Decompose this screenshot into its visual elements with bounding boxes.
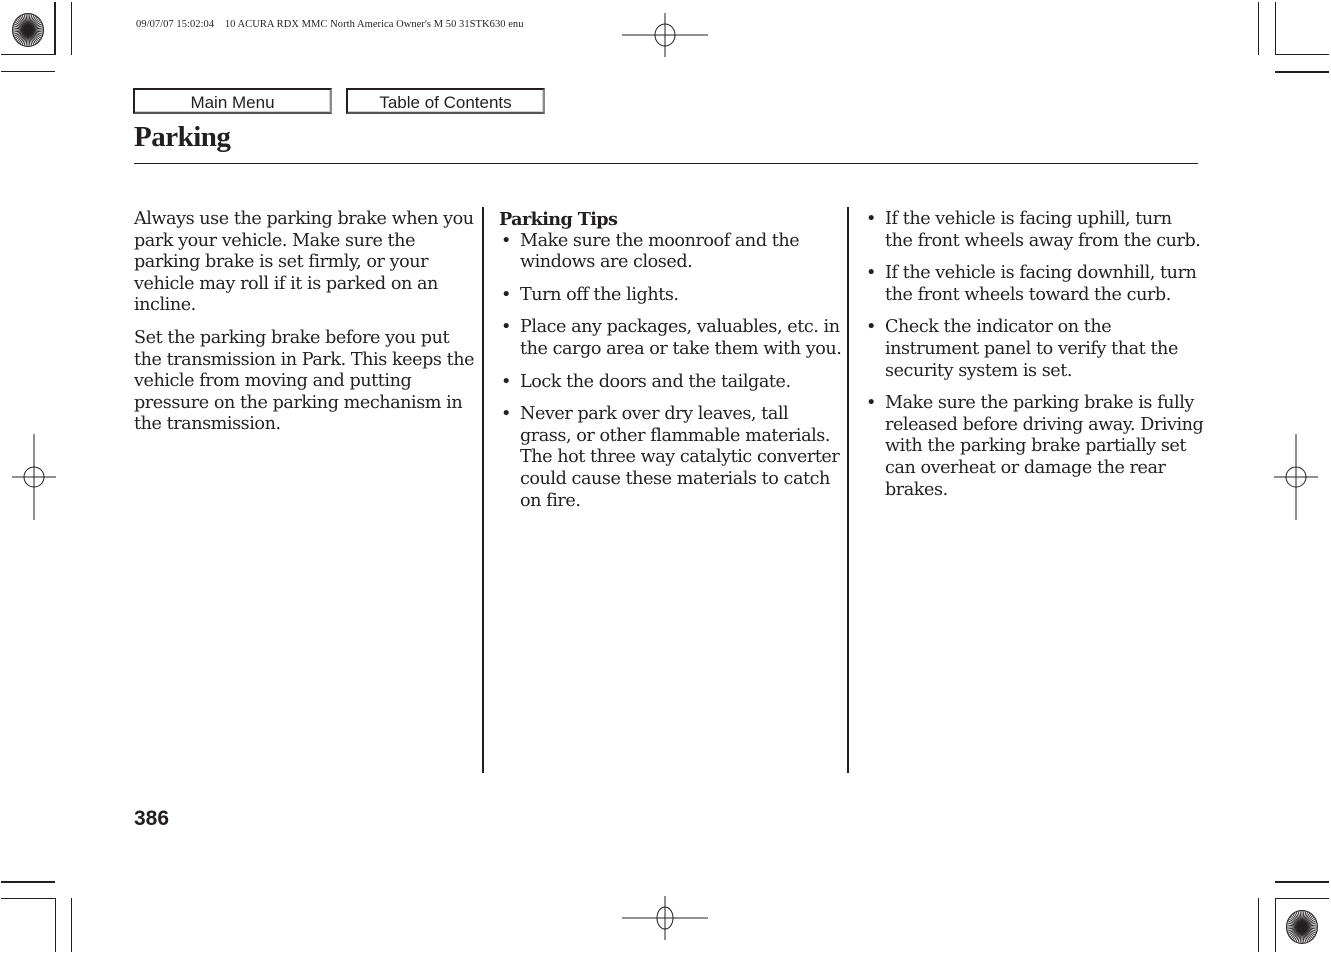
parking-tips-column: Parking Tips • Make sure the moonroof and… [499,209,844,523]
list-item: • Turn off the lights. [499,285,844,307]
crop-mark-icon [1,71,55,72]
bullet-icon: • [501,371,511,392]
list-item-text: Check the indicator on the instrument pa… [885,317,1178,381]
bullet-icon: • [866,317,876,338]
crop-mark-icon [1275,71,1329,73]
column-divider [482,207,484,773]
crop-mark-icon [54,2,56,55]
main-menu-label: Main Menu [190,92,275,112]
tips-list: • Make sure the moonroof and the windows … [499,231,844,513]
list-item: • Never park over dry leaves, tall grass,… [499,404,844,512]
section-heading: Parking Tips [499,209,618,230]
list-item: • Make sure the moonroof and the windows … [499,231,844,274]
tips-list: • If the vehicle is facing uphill, turn t… [864,209,1204,501]
column-divider [847,207,849,773]
list-item: • If the vehicle is facing uphill, turn t… [864,209,1204,252]
crop-mark-icon [1275,2,1276,55]
crop-mark-icon [1275,881,1329,883]
intro-column: Always use the parking brake when you pa… [134,209,480,447]
intro-paragraph: Set the parking brake before you put the… [134,327,475,435]
list-item: • Check the indicator on the instrument p… [864,317,1204,382]
table-of-contents-button[interactable]: Table of Contents [346,88,545,114]
intro-paragraph: Always use the parking brake when you pa… [134,209,474,316]
sunburst-registration-icon [1286,910,1318,944]
table-of-contents-label: Table of Contents [379,92,512,112]
crosshair-registration-icon [12,434,56,520]
title-rule [134,163,1198,164]
bullet-icon: • [866,209,876,229]
bullet-icon: • [866,393,876,414]
crop-mark-icon [71,898,72,952]
bullet-icon: • [501,284,511,305]
list-item-text: Place any packages, valuables, etc. in t… [520,317,842,359]
list-item-text: Lock the doors and the tailgate. [520,371,791,392]
bullet-icon: • [501,317,511,338]
list-item-text: If the vehicle is facing downhill, turn … [885,263,1197,305]
crop-mark-icon [1,54,56,55]
crop-mark-icon [1275,898,1276,952]
parking-tips-continued-column: • If the vehicle is facing uphill, turn t… [864,209,1204,512]
crop-mark-icon [55,898,56,952]
page-title: Parking [134,121,231,153]
sunburst-registration-icon [12,13,44,47]
crop-mark-icon [1275,54,1329,55]
page-number: 386 [134,807,170,830]
crop-mark-icon [71,2,72,55]
bullet-icon: • [501,230,511,251]
crop-mark-icon [1258,898,1259,952]
list-item-text: Make sure the moonroof and the windows a… [520,230,800,273]
list-item-text: If the vehicle is facing uphill, turn th… [885,209,1201,251]
bullet-icon: • [866,263,876,284]
crop-mark-icon [1258,2,1259,55]
crop-mark-icon [1275,898,1329,899]
list-item-text: Make sure the parking brake is fully rel… [885,393,1204,500]
crosshair-registration-icon [1274,434,1318,520]
main-menu-button[interactable]: Main Menu [133,88,332,114]
list-item-text: Never park over dry leaves, tall grass, … [520,404,840,511]
list-item-text: Turn off the lights. [520,284,679,305]
list-item: • Lock the doors and the tailgate. [499,372,844,394]
crosshair-registration-icon [622,13,708,57]
list-item: • If the vehicle is facing downhill, turn… [864,263,1204,306]
crosshair-registration-icon [622,896,708,940]
crop-mark-icon [1,898,56,899]
print-slug: 09/07/07 15:02:04 10 ACURA RDX MMC North… [136,19,524,30]
bullet-icon: • [501,404,511,425]
list-item: • Place any packages, valuables, etc. in … [499,317,844,360]
crop-mark-icon [1,881,55,883]
list-item: • Make sure the parking brake is fully re… [864,393,1204,501]
